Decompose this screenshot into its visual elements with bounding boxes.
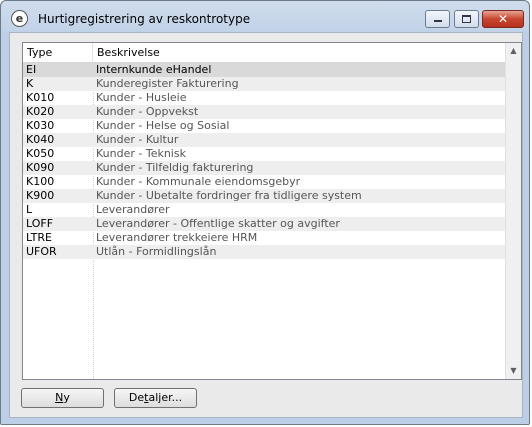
table-row[interactable]: UFOR Utlån - Formidlingslån: [23, 245, 507, 259]
window-title: Hurtigregistrering av reskontrotype: [38, 12, 251, 26]
row-description-cell: Kunder - Kommunale eiendomsgebyr: [96, 175, 301, 188]
row-type-cell: UFOR: [26, 245, 57, 258]
row-type-cell: K100: [26, 175, 55, 188]
close-icon: ✕: [497, 12, 509, 26]
maximize-button[interactable]: [454, 10, 479, 28]
table-row[interactable]: K090 Kunder - Tilfeldig fakturering: [23, 161, 507, 175]
list-header: Type Beskrivelse: [23, 43, 507, 63]
row-type-cell: K900: [26, 189, 55, 202]
table-row[interactable]: LTRE Leverandører trekkeiere HRM: [23, 231, 507, 245]
row-type-cell: LTRE: [26, 231, 52, 244]
row-type-cell: K090: [26, 161, 55, 174]
row-type-cell: K020: [26, 105, 55, 118]
dialog-client-area: Type Beskrivelse EI Internkunde eHandel K K…: [9, 32, 523, 418]
close-button[interactable]: ✕: [482, 10, 524, 28]
row-type-cell: K: [26, 77, 34, 90]
row-description-cell: Kunderegister Fakturering: [96, 77, 239, 90]
row-description-cell: Utlån - Formidlingslån: [96, 245, 217, 258]
table-row[interactable]: K010 Kunder - Husleie: [23, 91, 507, 105]
row-description-cell: Leverandører: [96, 203, 170, 216]
title-bar[interactable]: e Hurtigregistrering av reskontrotype ✕: [1, 1, 529, 33]
vertical-scrollbar[interactable]: ▲ ▼: [505, 43, 521, 379]
details-button-prefix: De: [128, 391, 145, 404]
row-description-cell: Internkunde eHandel: [96, 63, 212, 76]
table-row[interactable]: K030 Kunder - Helse og Sosial: [23, 119, 507, 133]
table-row[interactable]: K050 Kunder - Teknisk: [23, 147, 507, 161]
row-type-cell: K050: [26, 147, 55, 160]
row-type-cell: EI: [26, 63, 37, 76]
new-button[interactable]: Ny: [21, 388, 104, 408]
row-type-cell: LOFF: [26, 217, 54, 230]
scroll-down-icon[interactable]: ▼: [506, 363, 521, 379]
row-description-cell: Kunder - Helse og Sosial: [96, 119, 230, 132]
minimize-button[interactable]: [425, 10, 450, 28]
table-row[interactable]: LOFF Leverandører - Offentlige skatter og…: [23, 217, 507, 231]
details-button[interactable]: Detaljer...: [114, 388, 197, 408]
row-description-cell: Kunder - Kultur: [96, 133, 179, 146]
e-logo-icon: e: [11, 10, 28, 27]
table-row[interactable]: EI Internkunde eHandel: [23, 63, 507, 77]
list-rows: EI Internkunde eHandel K Kunderegister Fakt…: [23, 63, 507, 259]
row-type-cell: K040: [26, 133, 55, 146]
row-type-cell: K010: [26, 91, 55, 104]
row-type-cell: K030: [26, 119, 55, 132]
table-row[interactable]: K900 Kunder - Ubetalte fordringer fra tid…: [23, 189, 507, 203]
row-type-cell: L: [26, 203, 33, 216]
maximize-icon: [462, 15, 471, 23]
account-type-list[interactable]: Type Beskrivelse EI Internkunde eHandel K K…: [22, 42, 522, 380]
column-header-type[interactable]: Type: [23, 43, 93, 62]
row-description-cell: Leverandører - Offentlige skatter og avg…: [96, 217, 340, 230]
new-button-label: y: [63, 391, 70, 404]
minimize-icon: [434, 20, 442, 22]
dialog-window: e Hurtigregistrering av reskontrotype ✕ …: [0, 0, 530, 425]
row-description-cell: Kunder - Tilfeldig fakturering: [96, 161, 254, 174]
table-row[interactable]: K100 Kunder - Kommunale eiendomsgebyr: [23, 175, 507, 189]
table-row[interactable]: K020 Kunder - Oppvekst: [23, 105, 507, 119]
row-description-cell: Kunder - Husleie: [96, 91, 187, 104]
scroll-up-icon[interactable]: ▲: [506, 43, 521, 59]
row-description-cell: Kunder - Teknisk: [96, 147, 186, 160]
row-description-cell: Kunder - Ubetalte fordringer fra tidlige…: [96, 189, 362, 202]
row-description-cell: Kunder - Oppvekst: [96, 105, 199, 118]
table-row[interactable]: L Leverandører: [23, 203, 507, 217]
table-row[interactable]: K Kunderegister Fakturering: [23, 77, 507, 91]
column-header-description[interactable]: Beskrivelse: [93, 43, 507, 62]
details-button-label: aljer...: [148, 391, 183, 404]
row-description-cell: Leverandører trekkeiere HRM: [96, 231, 258, 244]
table-row[interactable]: K040 Kunder - Kultur: [23, 133, 507, 147]
